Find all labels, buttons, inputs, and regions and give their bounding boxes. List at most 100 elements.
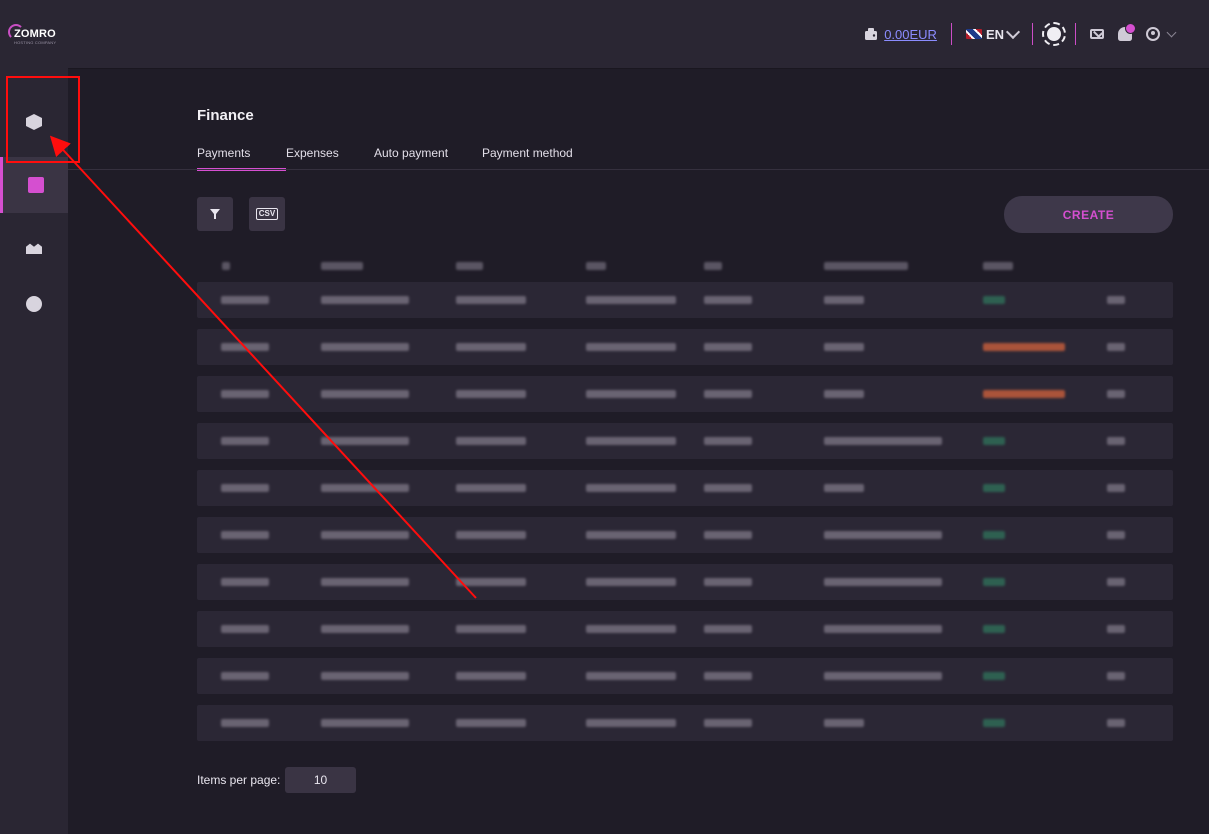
filter-button[interactable] [197, 197, 233, 231]
table-cell [321, 484, 409, 492]
table-cell [321, 672, 409, 680]
header-actions: 0.00EUR EN [864, 22, 1177, 46]
table-cell [824, 672, 942, 680]
table-cell [456, 719, 526, 727]
table-cell [824, 719, 864, 727]
table-cell [704, 719, 752, 727]
table-row[interactable] [197, 376, 1173, 412]
chevron-down-icon[interactable] [1166, 27, 1177, 38]
support-icon [26, 296, 42, 312]
table-cell [704, 390, 752, 398]
user-icon[interactable] [1146, 27, 1160, 41]
table-cell [221, 296, 269, 304]
balance-amount[interactable]: 0.00EUR [884, 27, 937, 42]
items-per-page-select[interactable]: 10 [285, 767, 356, 793]
table-cell [704, 531, 752, 539]
table-cell [704, 343, 752, 351]
status-badge [983, 484, 1005, 492]
table-cell [704, 578, 752, 586]
table-cell [704, 437, 752, 445]
table-cell [824, 390, 864, 398]
table-row[interactable] [197, 705, 1173, 741]
csv-icon: CSV [255, 208, 279, 220]
table-cell [321, 719, 409, 727]
table-cell [824, 437, 942, 445]
table-cell [321, 531, 409, 539]
table-cell [824, 343, 864, 351]
table-row[interactable] [197, 470, 1173, 506]
table-row[interactable] [197, 423, 1173, 459]
tab-payments[interactable]: Payments [197, 146, 286, 171]
mail-icon[interactable] [1090, 29, 1104, 39]
tab-expenses[interactable]: Expenses [286, 146, 374, 171]
table-cell [456, 296, 526, 304]
balance-link[interactable]: 0.00EUR [864, 27, 937, 42]
column-header[interactable] [456, 262, 483, 270]
export-csv-button[interactable]: CSV [249, 197, 285, 231]
column-header[interactable] [824, 262, 908, 270]
tab-auto-payment[interactable]: Auto payment [374, 146, 482, 171]
sidebar-item-support[interactable] [0, 276, 68, 332]
table-row[interactable] [197, 611, 1173, 647]
row-action[interactable] [1107, 484, 1125, 492]
table-row[interactable] [197, 658, 1173, 694]
table-cell [704, 672, 752, 680]
table-row[interactable] [197, 282, 1173, 318]
column-header[interactable] [586, 262, 606, 270]
filter-icon [210, 209, 220, 219]
sidebar-item-users[interactable] [0, 218, 68, 274]
top-bar: ZOMRO HOSTING COMPANY 0.00EUR EN [0, 0, 1209, 69]
theme-sun-icon[interactable] [1042, 22, 1066, 46]
table-cell [221, 531, 269, 539]
table-row[interactable] [197, 517, 1173, 553]
row-action[interactable] [1107, 719, 1125, 727]
table-cell [586, 437, 676, 445]
table-cell [456, 437, 526, 445]
table-cell [221, 719, 269, 727]
row-action[interactable] [1107, 390, 1125, 398]
column-header[interactable] [704, 262, 722, 270]
table-cell [824, 578, 942, 586]
column-header[interactable] [321, 262, 363, 270]
header-divider [1075, 23, 1076, 45]
bell-icon[interactable] [1118, 23, 1136, 41]
table-cell [456, 343, 526, 351]
language-selector[interactable]: EN [965, 24, 1021, 42]
table-cell [221, 484, 269, 492]
row-action[interactable] [1107, 343, 1125, 351]
row-action[interactable] [1107, 296, 1125, 304]
table-cell [824, 531, 942, 539]
status-badge [983, 578, 1005, 586]
table-cell [456, 625, 526, 633]
row-action[interactable] [1107, 578, 1125, 586]
flag-uk-icon [965, 29, 982, 39]
table-header [197, 252, 1173, 278]
table-cell [586, 625, 676, 633]
row-action[interactable] [1107, 625, 1125, 633]
table-cell [824, 296, 864, 304]
brand-logo[interactable]: ZOMRO HOSTING COMPANY [8, 24, 68, 46]
table-row[interactable] [197, 329, 1173, 365]
row-action[interactable] [1107, 672, 1125, 680]
wallet-icon [27, 177, 44, 193]
table-cell [221, 390, 269, 398]
row-action[interactable] [1107, 531, 1125, 539]
table-cell [586, 672, 676, 680]
column-header[interactable] [983, 262, 1013, 270]
create-button[interactable]: CREATE [1004, 196, 1173, 233]
sidebar-item-services[interactable] [0, 94, 68, 150]
table-cell [221, 625, 269, 633]
row-action[interactable] [1107, 437, 1125, 445]
tab-payment-method[interactable]: Payment method [482, 146, 573, 171]
table-cell [704, 484, 752, 492]
table-cell [321, 296, 409, 304]
table-row[interactable] [197, 564, 1173, 600]
table-cell [704, 296, 752, 304]
table-cell [586, 343, 676, 351]
sidebar-item-finance[interactable] [0, 157, 68, 213]
table-cell [456, 390, 526, 398]
column-header[interactable] [222, 262, 230, 270]
users-icon [26, 243, 42, 254]
table-cell [586, 296, 676, 304]
payments-table [197, 252, 1173, 741]
